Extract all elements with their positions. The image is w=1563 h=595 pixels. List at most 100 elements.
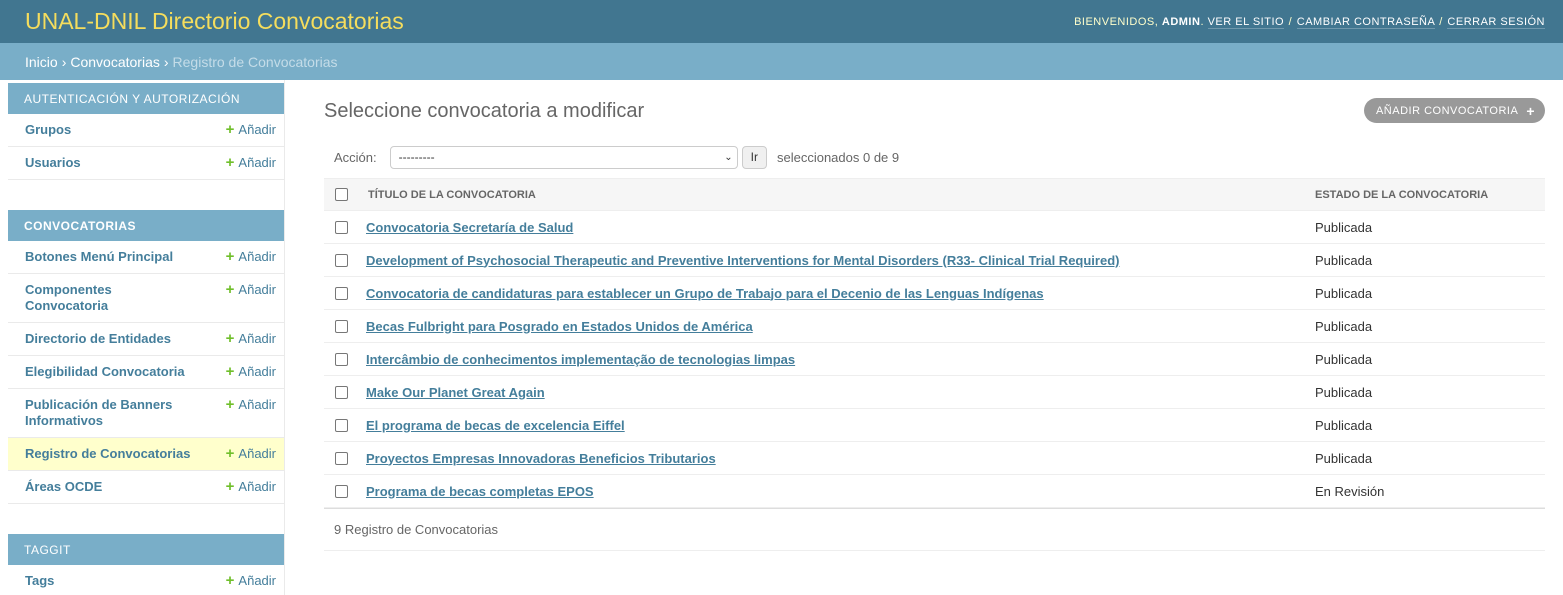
results-table: Título de la convocatoria Estado de la c… bbox=[324, 178, 1545, 508]
column-header-title[interactable]: Título de la convocatoria bbox=[348, 189, 1303, 201]
plus-icon: + bbox=[225, 572, 235, 589]
change-password-link[interactable]: Cambiar contraseña bbox=[1296, 15, 1435, 29]
row-checkbox[interactable] bbox=[335, 352, 348, 366]
plus-icon: + bbox=[225, 363, 235, 380]
add-label: Añadir bbox=[238, 282, 276, 297]
plus-icon: + bbox=[225, 281, 235, 298]
table-row: Make Our Planet Great Again Publicada bbox=[324, 376, 1545, 409]
sidebar-item-link[interactable]: Botones Menú Principal bbox=[25, 249, 173, 265]
add-link[interactable]: + Añadir bbox=[226, 122, 276, 138]
row-title-link[interactable]: Development of Psychosocial Therapeutic … bbox=[348, 253, 1303, 268]
add-link[interactable]: + Añadir bbox=[226, 155, 276, 171]
row-title-link[interactable]: El programa de becas de excelencia Eiffe… bbox=[348, 418, 1303, 433]
add-label: Añadir bbox=[238, 122, 276, 137]
row-state: Publicada bbox=[1315, 252, 1373, 268]
plus-icon: + bbox=[1526, 102, 1535, 119]
row-state: Publicada bbox=[1315, 417, 1373, 433]
row-title-link[interactable]: Make Our Planet Great Again bbox=[348, 385, 1303, 400]
plus-icon: + bbox=[225, 330, 235, 347]
plus-icon: + bbox=[225, 121, 235, 138]
row-title-link[interactable]: Intercâmbio de conhecimentos implementaç… bbox=[348, 352, 1303, 367]
sidebar-item-link[interactable]: Grupos bbox=[25, 122, 71, 138]
action-select[interactable]: --------- ⌄ bbox=[389, 145, 738, 169]
sidebar-item-banners: Publicación de Banners Informativos + Aña… bbox=[8, 389, 284, 438]
add-link[interactable]: + Añadir bbox=[226, 397, 276, 413]
row-title-link[interactable]: Proyectos Empresas Innovadoras Beneficio… bbox=[348, 451, 1303, 466]
add-label: Añadir bbox=[238, 446, 276, 461]
row-title-link[interactable]: Programa de becas completas EPOS bbox=[348, 484, 1303, 499]
chevron-down-icon: ⌄ bbox=[724, 151, 733, 163]
module-auth: Autenticación y autorización Grupos + Aña… bbox=[8, 83, 284, 180]
row-checkbox[interactable] bbox=[335, 484, 348, 498]
sidebar-item-usuarios: Usuarios + Añadir bbox=[8, 147, 284, 180]
sidebar-item-link[interactable]: Áreas OCDE bbox=[25, 479, 102, 495]
separator: / bbox=[1288, 15, 1293, 28]
row-checkbox[interactable] bbox=[335, 220, 348, 234]
add-button-label: Añadir convocatoria bbox=[1375, 104, 1519, 117]
table-row: El programa de becas de excelencia Eiffe… bbox=[324, 409, 1545, 442]
column-header-state[interactable]: Estado de la convocatoria bbox=[1303, 189, 1488, 201]
row-state: Publicada bbox=[1315, 351, 1373, 367]
add-link[interactable]: + Añadir bbox=[226, 573, 276, 589]
table-row: Becas Fulbright para Posgrado en Estados… bbox=[324, 310, 1545, 343]
row-state: En Revisión bbox=[1315, 483, 1385, 499]
breadcrumb: Inicio › Convocatorias › Registro de Con… bbox=[0, 43, 1563, 80]
add-link[interactable]: + Añadir bbox=[226, 331, 276, 347]
sidebar-item-elegibilidad: Elegibilidad Convocatoria + Añadir bbox=[8, 356, 284, 389]
table-row: Programa de becas completas EPOS En Revi… bbox=[324, 475, 1545, 508]
sidebar-item-link[interactable]: Tags bbox=[25, 573, 54, 589]
add-label: Añadir bbox=[238, 331, 276, 346]
add-link[interactable]: + Añadir bbox=[226, 282, 276, 298]
sidebar-item-link[interactable]: Publicación de Banners Informativos bbox=[25, 397, 195, 429]
view-site-link[interactable]: Ver el sitio bbox=[1207, 15, 1285, 29]
module-caption[interactable]: Convocatorias bbox=[8, 210, 284, 241]
row-checkbox[interactable] bbox=[335, 253, 348, 267]
table-row: Development of Psychosocial Therapeutic … bbox=[324, 244, 1545, 277]
add-label: Añadir bbox=[238, 249, 276, 264]
add-label: Añadir bbox=[238, 573, 276, 588]
row-title-link[interactable]: Convocatoria de candidaturas para establ… bbox=[348, 286, 1303, 301]
add-link[interactable]: + Añadir bbox=[226, 364, 276, 380]
row-checkbox[interactable] bbox=[335, 286, 348, 300]
plus-icon: + bbox=[225, 396, 235, 413]
row-title-link[interactable]: Becas Fulbright para Posgrado en Estados… bbox=[348, 319, 1303, 334]
breadcrumb-separator: › bbox=[61, 53, 67, 70]
add-link[interactable]: + Añadir bbox=[226, 249, 276, 265]
module-caption[interactable]: Autenticación y autorización bbox=[8, 83, 284, 114]
select-all-checkbox[interactable] bbox=[335, 188, 348, 201]
logout-link[interactable]: Cerrar sesión bbox=[1447, 15, 1545, 29]
add-link[interactable]: + Añadir bbox=[226, 446, 276, 462]
sidebar-item-link[interactable]: Componentes Convocatoria bbox=[25, 282, 195, 314]
module-caption[interactable]: Taggit bbox=[8, 534, 284, 565]
paginator: 9 Registro de Convocatorias bbox=[324, 508, 1545, 551]
table-row: Proyectos Empresas Innovadoras Beneficio… bbox=[324, 442, 1545, 475]
content: Seleccione convocatoria a modificar Añad… bbox=[285, 80, 1563, 595]
actions-bar: Acción: --------- ⌄ Ir seleccionados 0 d… bbox=[324, 144, 1545, 170]
row-state: Publicada bbox=[1315, 318, 1373, 334]
breadcrumb-home[interactable]: Inicio bbox=[25, 54, 58, 70]
sidebar-item-areas: Áreas OCDE + Añadir bbox=[8, 471, 284, 504]
user-tools: Bienvenidos, admin. Ver el sitio / Cambi… bbox=[1074, 15, 1545, 29]
row-checkbox[interactable] bbox=[335, 418, 348, 432]
sidebar-item-tags: Tags + Añadir bbox=[8, 565, 284, 595]
breadcrumb-app[interactable]: Convocatorias bbox=[70, 54, 160, 70]
row-state: Publicada bbox=[1315, 384, 1373, 400]
module-taggit: Taggit Tags + Añadir bbox=[8, 534, 284, 595]
go-button[interactable]: Ir bbox=[741, 145, 767, 169]
table-row: Convocatoria de candidaturas para establ… bbox=[324, 277, 1545, 310]
add-convocatoria-button[interactable]: Añadir convocatoria + bbox=[1363, 98, 1545, 123]
sidebar-item-link[interactable]: Registro de Convocatorias bbox=[25, 446, 190, 462]
add-link[interactable]: + Añadir bbox=[226, 479, 276, 495]
sidebar-item-link[interactable]: Usuarios bbox=[25, 155, 81, 171]
add-label: Añadir bbox=[238, 155, 276, 170]
sidebar-item-link[interactable]: Elegibilidad Convocatoria bbox=[25, 364, 185, 380]
row-checkbox[interactable] bbox=[335, 319, 348, 333]
row-checkbox[interactable] bbox=[335, 385, 348, 399]
sidebar-item-botones: Botones Menú Principal + Añadir bbox=[8, 241, 284, 274]
action-select-value: --------- bbox=[398, 150, 435, 164]
row-title-link[interactable]: Convocatoria Secretaría de Salud bbox=[348, 220, 1303, 235]
sidebar-item-link[interactable]: Directorio de Entidades bbox=[25, 331, 171, 347]
welcome-text: Bienvenidos, bbox=[1074, 15, 1159, 28]
site-branding[interactable]: UNAL-DNIL Directorio Convocatorias bbox=[25, 8, 404, 35]
row-checkbox[interactable] bbox=[335, 451, 348, 465]
